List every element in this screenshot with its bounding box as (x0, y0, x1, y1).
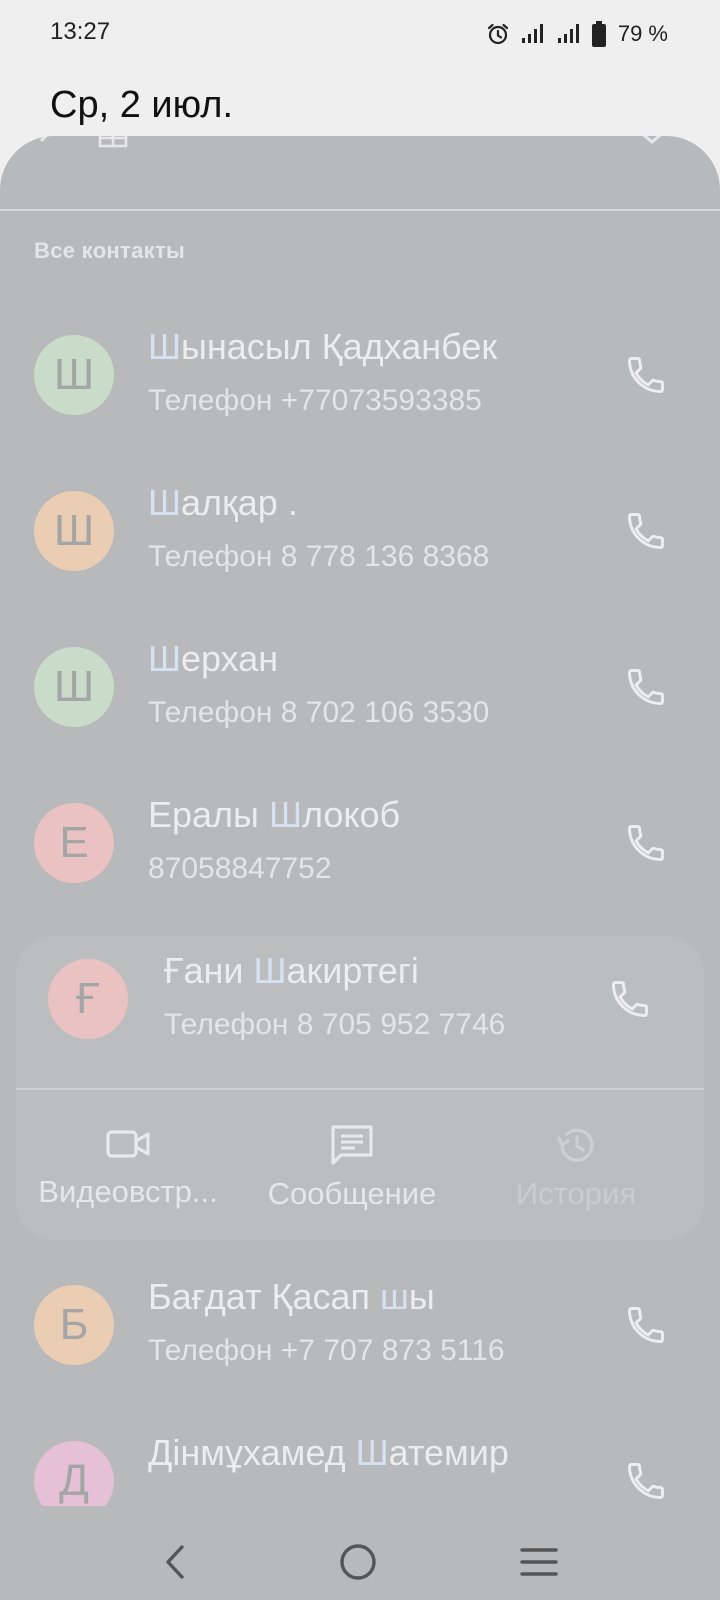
contacts-sheet: Все контакты Ш Шынасыл Қадханбек Телефон… (0, 136, 720, 1600)
name-highlight: Ш (148, 482, 181, 523)
call-button[interactable] (616, 1295, 676, 1355)
contact-row[interactable]: Ш Шерхан Телефон 8 702 106 3530 (0, 612, 720, 762)
sheet-header (0, 136, 720, 209)
contact-name: Шерхан (148, 638, 278, 680)
name-highlight: Ш (355, 1432, 389, 1473)
contact-row[interactable]: Ш Шалқар . Телефон 8 778 136 8368 (0, 456, 720, 606)
message-icon (331, 1125, 373, 1165)
contact-phone: 87058847752 (148, 852, 332, 885)
name-pre: Ғани (164, 950, 254, 991)
contact-phone: Телефон 8 702 106 3530 (148, 696, 490, 729)
video-call-button[interactable]: Видеовстр... (18, 1096, 238, 1226)
back-arrow-icon[interactable] (34, 136, 64, 152)
history-label: История (515, 1176, 637, 1211)
avatar: Ш (34, 491, 114, 571)
dialpad-icon[interactable] (98, 136, 132, 150)
avatar: Е (34, 803, 114, 883)
phone-icon (628, 357, 664, 393)
signal-sim1-icon (521, 24, 543, 43)
status-bar: 13:27 79 % (0, 0, 720, 70)
name-rest: ы (408, 1276, 435, 1317)
date-text: Ср, 2 июл. (50, 84, 234, 126)
call-button[interactable] (616, 1451, 676, 1506)
section-title: Все контакты (34, 238, 186, 263)
avatar: Ғ (48, 959, 128, 1039)
contact-name: Дінмұхамед Шатемир (148, 1432, 509, 1474)
name-highlight: Ш (148, 326, 181, 367)
contact-phone: Телефон 8 705 952 7746 (164, 1008, 506, 1041)
video-call-label: Видеовстр... (38, 1174, 218, 1209)
contact-name: Ғани Шакиртегі (164, 950, 419, 992)
name-highlight: Ш (268, 794, 302, 835)
contact-name: Ералы Шлокоб (148, 794, 400, 836)
contact-name: Шынасыл Қадханбек (148, 326, 497, 368)
back-icon[interactable] (160, 1544, 190, 1580)
contact-name: Шалқар . (148, 482, 298, 524)
contact-row[interactable]: Е Ералы Шлокоб 87058847752 (0, 768, 720, 918)
contact-name: Бағдат Қасап шы (148, 1276, 435, 1318)
name-pre: Бағдат Қасап (148, 1276, 381, 1317)
name-highlight: ш (380, 1276, 409, 1317)
header-divider (0, 209, 720, 211)
name-pre: Дінмұхамед (148, 1432, 356, 1473)
navigation-bar (0, 1520, 720, 1600)
contact-phone: Телефон 8 778 136 8368 (148, 540, 490, 573)
name-pre: Ералы (148, 794, 269, 835)
call-button[interactable] (616, 345, 676, 405)
name-rest: ерхан (181, 638, 279, 679)
home-icon[interactable] (338, 1542, 378, 1582)
phone-icon (612, 981, 648, 1017)
call-button[interactable] (616, 657, 676, 717)
name-rest: локоб (301, 794, 401, 835)
avatar: Ш (34, 647, 114, 727)
phone-icon (628, 513, 664, 549)
name-highlight: Ш (253, 950, 287, 991)
message-label: Сообщение (267, 1176, 437, 1211)
call-button[interactable] (600, 969, 660, 1029)
card-divider (16, 1088, 704, 1090)
avatar: Б (34, 1285, 114, 1365)
contact-phone: Телефон +7 707 873 5116 (148, 1334, 505, 1367)
contact-row[interactable]: Б Бағдат Қасап шы Телефон +7 707 873 511… (0, 1250, 720, 1400)
video-call-icon (106, 1130, 150, 1158)
call-button[interactable] (616, 813, 676, 873)
alarm-icon (487, 23, 508, 45)
history-button[interactable]: История (466, 1096, 686, 1226)
contact-row[interactable]: Ш Шынасыл Қадханбек Телефон +77073593385 (0, 300, 720, 450)
phone-icon (628, 669, 664, 705)
avatar: Ш (34, 335, 114, 415)
battery-percent: 79 % (617, 21, 668, 46)
avatar: Д (34, 1441, 114, 1506)
name-rest: алқар . (181, 482, 298, 523)
phone-icon (628, 1307, 664, 1343)
history-icon (557, 1128, 594, 1162)
name-rest: акиртегі (286, 950, 419, 991)
call-button[interactable] (616, 501, 676, 561)
name-rest: атемир (388, 1432, 509, 1473)
phone-icon (628, 1463, 664, 1499)
battery-icon (591, 21, 606, 47)
expanded-contact-card: Ғ Ғани Шакиртегі Телефон 8 705 952 7746 … (16, 936, 704, 1240)
phone-icon (628, 825, 664, 861)
contact-row[interactable]: Д Дінмұхамед Шатемир (0, 1406, 720, 1506)
name-rest: ынасыл Қадханбек (181, 326, 498, 367)
status-time: 13:27 (50, 18, 111, 45)
message-button[interactable]: Сообщение (242, 1096, 462, 1226)
name-highlight: Ш (148, 638, 181, 679)
contact-row[interactable]: Ғ Ғани Шакиртегі Телефон 8 705 952 7746 (16, 924, 704, 1074)
signal-sim2-icon (557, 24, 579, 43)
contact-phone: Телефон +77073593385 (148, 384, 482, 417)
status-icons: 79 % (486, 18, 668, 50)
close-icon[interactable] (636, 136, 668, 148)
recents-icon[interactable] (520, 1546, 558, 1578)
